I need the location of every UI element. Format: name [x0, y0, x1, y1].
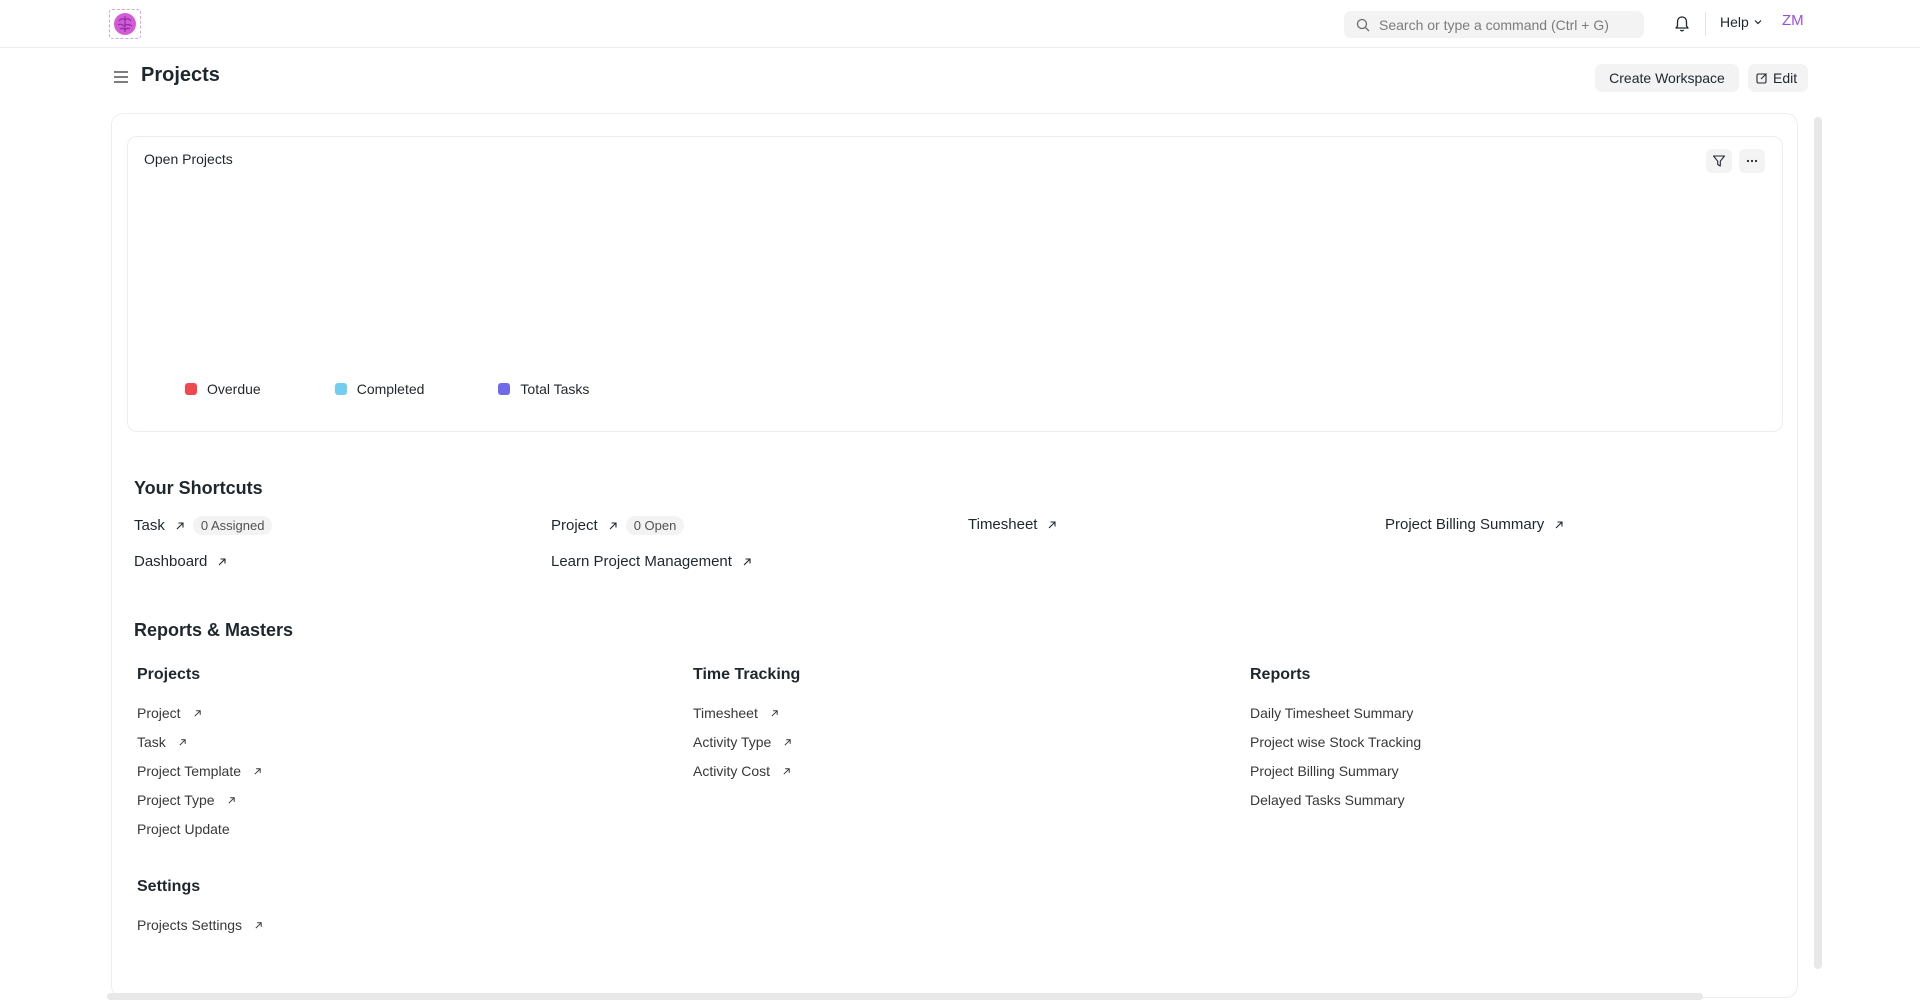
link-project-update[interactable]: Project Update	[137, 821, 230, 837]
arrow-up-right-icon	[743, 557, 751, 565]
create-workspace-label: Create Workspace	[1609, 70, 1725, 86]
horizontal-scrollbar[interactable]	[107, 993, 1703, 1000]
navbar: Help ZM	[0, 0, 1920, 48]
arrow-up-right-icon	[219, 557, 226, 565]
link-project-billing-summary[interactable]: Project Billing Summary	[1250, 763, 1399, 779]
link-label: Daily Timesheet Summary	[1250, 705, 1414, 721]
link-project-template[interactable]: Project Template	[137, 763, 262, 779]
arrow-up-right-icon	[784, 738, 792, 746]
link-task[interactable]: Task	[137, 734, 187, 750]
shortcut-learn-project-management[interactable]: Learn Project Management	[551, 553, 752, 570]
card-title-reports: Reports	[1250, 666, 1311, 683]
shortcut-badge: 0 Open	[625, 516, 685, 535]
chevron-down-icon	[1754, 20, 1762, 25]
chart-plot-area	[144, 181, 1764, 371]
help-label: Help	[1720, 14, 1749, 30]
arrow-up-right-icon	[1049, 520, 1057, 528]
arrow-up-right-icon	[179, 738, 186, 746]
link-label: Project Type	[137, 792, 215, 808]
arrow-up-right-icon	[609, 521, 617, 529]
shortcut-label: Task	[134, 517, 165, 534]
legend-item-completed[interactable]: Completed	[334, 381, 425, 397]
chart-more-button[interactable]	[1739, 149, 1765, 173]
navbar-divider	[1705, 12, 1706, 36]
link-activity-cost[interactable]: Activity Cost	[693, 763, 791, 779]
card-title-projects: Projects	[137, 666, 201, 683]
vertical-scrollbar[interactable]	[1814, 117, 1822, 969]
legend-label: Completed	[356, 381, 425, 397]
link-label: Task	[137, 734, 166, 750]
legend-label: Total Tasks	[520, 381, 590, 397]
link-label: Projects Settings	[137, 917, 243, 933]
chart-title: Open Projects	[144, 151, 233, 167]
shortcut-label: Project Billing Summary	[1385, 516, 1545, 533]
shortcut-task[interactable]: Task 0 Assigned	[134, 516, 273, 535]
filter-icon	[1712, 155, 1726, 167]
shortcut-project-billing-summary[interactable]: Project Billing Summary	[1385, 516, 1564, 533]
link-project-type[interactable]: Project Type	[137, 792, 236, 808]
more-horizontal-icon	[1746, 159, 1758, 163]
shortcut-label: Timesheet	[968, 516, 1038, 533]
legend-item-overdue[interactable]: Overdue	[185, 381, 261, 397]
legend-swatch-completed	[334, 383, 347, 395]
create-workspace-button[interactable]: Create Workspace	[1595, 64, 1739, 92]
legend-label: Overdue	[207, 381, 261, 397]
user-avatar[interactable]: ZM	[1782, 12, 1804, 29]
brain-logo-icon	[114, 13, 136, 35]
shortcut-dashboard[interactable]: Dashboard	[134, 553, 227, 570]
link-label: Delayed Tasks Summary	[1250, 792, 1405, 808]
link-label: Project wise Stock Tracking	[1250, 734, 1422, 750]
app-logo[interactable]	[109, 9, 141, 39]
legend-swatch-total-tasks	[498, 383, 511, 395]
link-projects-settings[interactable]: Projects Settings	[137, 917, 263, 933]
reports-section-title: Reports & Masters	[134, 620, 294, 640]
shortcut-project[interactable]: Project 0 Open	[551, 516, 685, 535]
chart-filter-button[interactable]	[1706, 149, 1732, 173]
arrow-up-right-icon	[228, 796, 235, 804]
arrow-up-right-icon	[255, 921, 262, 929]
search-bar[interactable]	[1344, 11, 1644, 38]
link-label: Activity Type	[693, 734, 772, 750]
search-icon	[1356, 18, 1370, 31]
arrow-up-right-icon	[254, 767, 261, 775]
link-label: Activity Cost	[693, 763, 771, 779]
link-label: Project Template	[137, 763, 242, 779]
arrow-up-right-icon	[1555, 520, 1563, 528]
link-timesheet[interactable]: Timesheet	[693, 705, 779, 721]
arrow-up-right-icon	[194, 709, 201, 717]
open-projects-chart-card: Open Projects Overdue Completed Total Ta…	[127, 136, 1783, 432]
edit-button[interactable]: Edit	[1748, 64, 1808, 92]
search-input[interactable]	[1379, 16, 1629, 33]
shortcut-label: Learn Project Management	[551, 553, 732, 570]
sidebar-toggle-icon[interactable]	[112, 69, 130, 85]
arrow-up-right-icon	[176, 521, 184, 529]
link-project[interactable]: Project	[137, 705, 202, 721]
arrow-up-right-icon	[771, 709, 778, 717]
link-activity-type[interactable]: Activity Type	[693, 734, 792, 750]
link-delayed-tasks-summary[interactable]: Delayed Tasks Summary	[1250, 792, 1405, 808]
link-label: Timesheet	[693, 705, 758, 721]
link-project-wise-stock-tracking[interactable]: Project wise Stock Tracking	[1250, 734, 1421, 750]
help-dropdown[interactable]: Help	[1720, 14, 1763, 30]
link-label: Project	[137, 705, 181, 721]
card-title-settings: Settings	[137, 878, 201, 895]
edit-label: Edit	[1773, 70, 1798, 86]
shortcut-timesheet[interactable]: Timesheet	[968, 516, 1057, 533]
card-title-time-tracking: Time Tracking	[693, 666, 801, 683]
shortcut-badge: 0 Assigned	[192, 516, 273, 535]
link-label: Project Update	[137, 821, 230, 837]
link-daily-timesheet-summary[interactable]: Daily Timesheet Summary	[1250, 705, 1413, 721]
legend-swatch-overdue	[185, 383, 197, 395]
arrow-up-right-icon	[783, 767, 790, 775]
link-label: Project Billing Summary	[1250, 763, 1399, 779]
edit-icon	[1756, 73, 1767, 84]
shortcut-label: Dashboard	[134, 553, 208, 570]
chart-legend: Overdue Completed Total Tasks	[185, 381, 663, 397]
notification-bell-icon[interactable]	[1672, 14, 1692, 34]
shortcut-label: Project	[551, 517, 598, 534]
shortcuts-section-title: Your Shortcuts	[134, 478, 263, 498]
legend-item-total-tasks[interactable]: Total Tasks	[498, 381, 589, 397]
page-title: Projects	[141, 64, 220, 86]
